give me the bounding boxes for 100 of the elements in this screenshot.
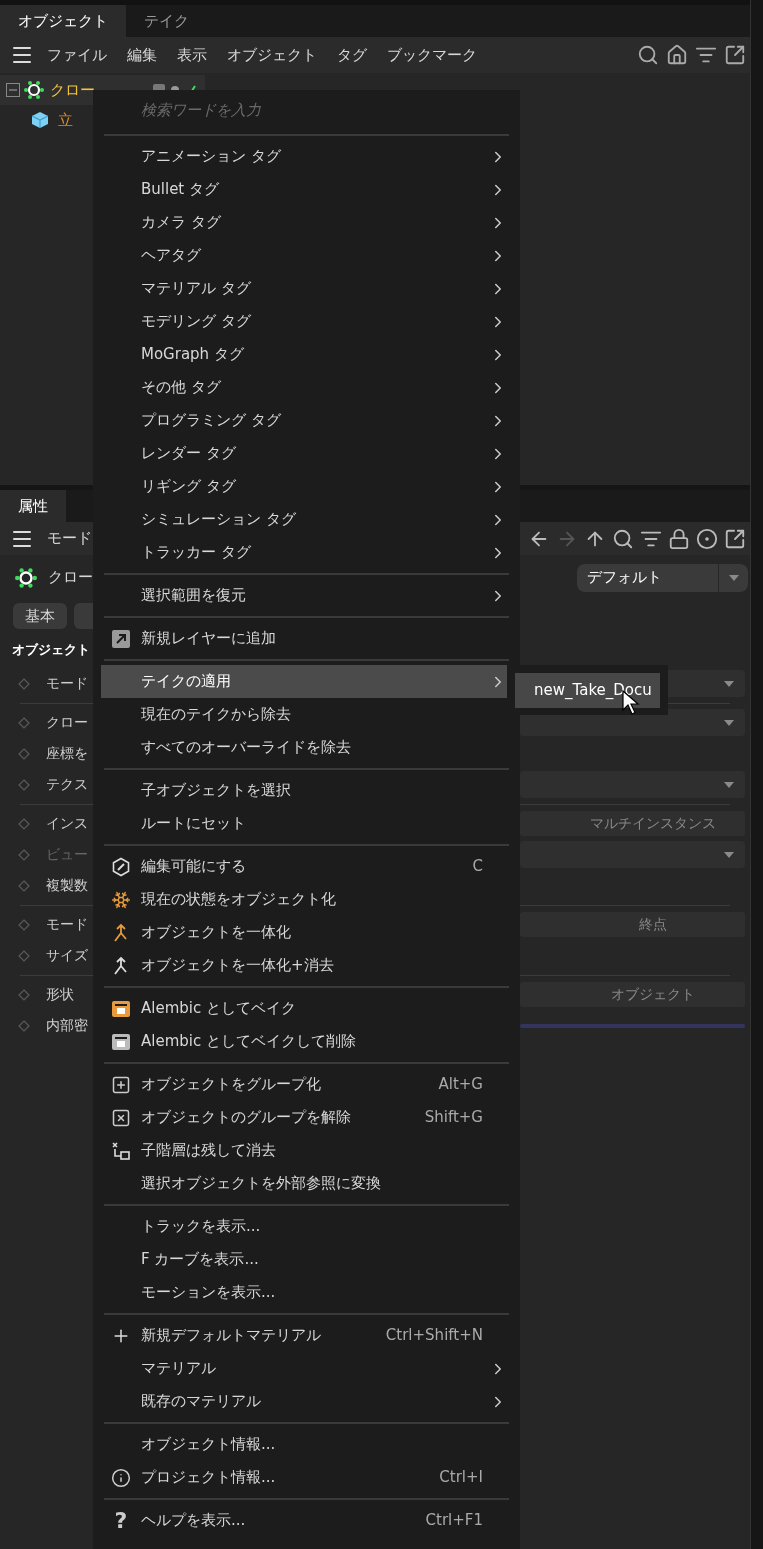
external-window-icon[interactable]	[724, 44, 746, 66]
keyframe-diamond-icon[interactable]	[18, 918, 30, 931]
panel-tab[interactable]: オブジェクト	[0, 5, 126, 37]
keyframe-diamond-icon[interactable]	[18, 988, 30, 1001]
attribute-label: サイズ	[46, 946, 88, 965]
preset-dropdown[interactable]: デフォルト	[577, 563, 748, 592]
menu-item-label: アニメーション タグ	[141, 146, 282, 168]
menu-item[interactable]: 子階層は残して消去	[101, 1134, 507, 1167]
menu-item[interactable]: 選択範囲を復元	[101, 579, 507, 612]
menu-item[interactable]: アニメーション タグ	[101, 140, 507, 173]
menu-item[interactable]: マテリアル	[101, 1352, 507, 1385]
menu-item[interactable]: Bullet タグ	[101, 173, 507, 206]
menu-item[interactable]: 現在のテイクから除去	[101, 698, 507, 731]
keyframe-diamond-icon[interactable]	[18, 879, 30, 892]
menu-item[interactable]: プロジェクト情報... Ctrl+I	[101, 1461, 507, 1494]
dropdown-field[interactable]	[520, 771, 745, 798]
caret-icon	[727, 573, 740, 582]
menu-item[interactable]: 子オブジェクトを選択	[101, 774, 507, 807]
menu-bar-item[interactable]: オブジェクト	[227, 43, 317, 67]
keyframe-diamond-icon[interactable]	[18, 1019, 30, 1032]
attribute-label: 内部密	[46, 1016, 88, 1035]
cube-icon	[30, 110, 50, 130]
menu-bar-item[interactable]: ブックマーク	[387, 43, 477, 67]
menu-item[interactable]: オブジェクトを一体化+消去	[101, 949, 507, 982]
group-icon	[111, 1074, 131, 1095]
menu-item[interactable]: 現在の状態をオブジェクト化	[101, 883, 507, 916]
menu-item[interactable]: 選択オブジェクトを外部参照に変換	[101, 1167, 507, 1200]
menu-item-label: プロジェクト情報...	[141, 1467, 277, 1489]
menu-bar-item[interactable]: ファイル	[47, 43, 107, 67]
menu-item[interactable]: リギング タグ	[101, 470, 507, 503]
keyframe-diamond-icon[interactable]	[18, 949, 30, 962]
menu-item[interactable]: レンダー タグ	[101, 437, 507, 470]
attribute-label: 座標を	[46, 744, 88, 763]
menu-item[interactable]: その他 タグ	[101, 371, 507, 404]
keyframe-diamond-icon[interactable]	[18, 716, 30, 729]
menu-item[interactable]: 新規デフォルトマテリアル Ctrl+Shift+N	[101, 1319, 507, 1352]
help-glyph: ?	[114, 1507, 128, 1535]
menu-item[interactable]: ヘアタグ	[101, 239, 507, 272]
menu-item[interactable]: MoGraph タグ	[101, 338, 507, 371]
caret-icon	[723, 850, 735, 859]
menu-item-label: レンダー タグ	[141, 443, 237, 465]
home-icon[interactable]	[666, 44, 688, 66]
tree-item-label[interactable]: クロー	[50, 78, 95, 102]
attribute-label: 複製数	[46, 876, 88, 895]
menu-item[interactable]: オブジェクトを一体化	[101, 916, 507, 949]
panel-tab[interactable]: テイク	[126, 5, 207, 37]
mode-tab-button[interactable]: 基本	[13, 603, 67, 629]
search-field[interactable]: 検索ワードを入力	[141, 98, 501, 122]
menu-bar-item[interactable]: 編集	[127, 43, 157, 67]
menu-item[interactable]: 新規レイヤーに追加	[101, 622, 507, 655]
menu-item[interactable]: モーションを表示...	[101, 1276, 507, 1309]
attribute-label: モード	[46, 915, 88, 934]
bake-box-icon	[111, 1031, 131, 1052]
menu-item[interactable]: ルートにセット	[101, 807, 507, 840]
menu-item-label: F カーブを表示...	[141, 1249, 260, 1271]
menu-item[interactable]: シミュレーション タグ	[101, 503, 507, 536]
lock-icon[interactable]	[668, 527, 690, 550]
menu-item[interactable]: すべてのオーバーライドを除去	[101, 731, 507, 764]
menu-item[interactable]: 編集可能にする C	[101, 850, 507, 883]
menu-item[interactable]: トラッカー タグ	[101, 536, 507, 569]
attribute-label: インス	[46, 814, 88, 833]
menu-item[interactable]: Alembic としてベイク	[101, 992, 507, 1025]
dropdown-field[interactable]	[520, 841, 745, 868]
keyframe-diamond-icon[interactable]	[18, 747, 30, 760]
attribute-label: クロー	[46, 713, 88, 732]
caret-icon	[723, 718, 735, 727]
menu-item[interactable]: F カーブを表示...	[101, 1243, 507, 1276]
info-icon	[111, 1467, 131, 1488]
ungroup-icon	[111, 1107, 131, 1128]
collapse-icon[interactable]	[6, 83, 20, 97]
option-button[interactable]: オブジェクト	[520, 982, 745, 1007]
mode-menu[interactable]: モード	[47, 527, 92, 550]
search-icon[interactable]	[612, 527, 634, 550]
menu-item[interactable]: プログラミング タグ	[101, 404, 507, 437]
menu-bar-item[interactable]: 表示	[177, 43, 207, 67]
menu-bar-item[interactable]: タグ	[337, 43, 367, 67]
menu-item[interactable]: Alembic としてベイクして削除	[101, 1025, 507, 1058]
menu-item[interactable]: オブジェクトをグループ化 Alt+G	[101, 1068, 507, 1101]
menu-item[interactable]: オブジェクト情報...	[101, 1428, 507, 1461]
menu-item[interactable]: テイクの適用	[101, 665, 507, 698]
menu-item[interactable]: モデリング タグ	[101, 305, 507, 338]
menu-item[interactable]: マテリアル タグ	[101, 272, 507, 305]
external-window-icon[interactable]	[724, 527, 746, 550]
menu-item[interactable]: カメラ タグ	[101, 206, 507, 239]
tree-item-label[interactable]: 立	[58, 108, 73, 132]
attribute-label: 形状	[46, 985, 74, 1004]
submenu-item[interactable]: new_Take_Docu	[515, 672, 660, 708]
keyframe-diamond-icon[interactable]	[18, 677, 30, 690]
option-button[interactable]: 終点	[520, 912, 745, 937]
keyframe-diamond-icon[interactable]	[18, 778, 30, 791]
panel-tab[interactable]: 属性	[0, 490, 66, 522]
menu-item[interactable]: ? ヘルプを表示... Ctrl+F1	[101, 1504, 507, 1537]
option-button[interactable]: マルチインスタンス	[520, 811, 745, 836]
keyframe-diamond-icon[interactable]	[18, 848, 30, 861]
search-icon[interactable]	[637, 44, 659, 66]
menu-item[interactable]: 既存のマテリアル	[101, 1385, 507, 1418]
menu-item[interactable]: トラックを表示...	[101, 1210, 507, 1243]
target-icon[interactable]	[696, 527, 718, 550]
menu-item[interactable]: オブジェクトのグループを解除 Shift+G	[101, 1101, 507, 1134]
keyframe-diamond-icon[interactable]	[18, 817, 30, 830]
